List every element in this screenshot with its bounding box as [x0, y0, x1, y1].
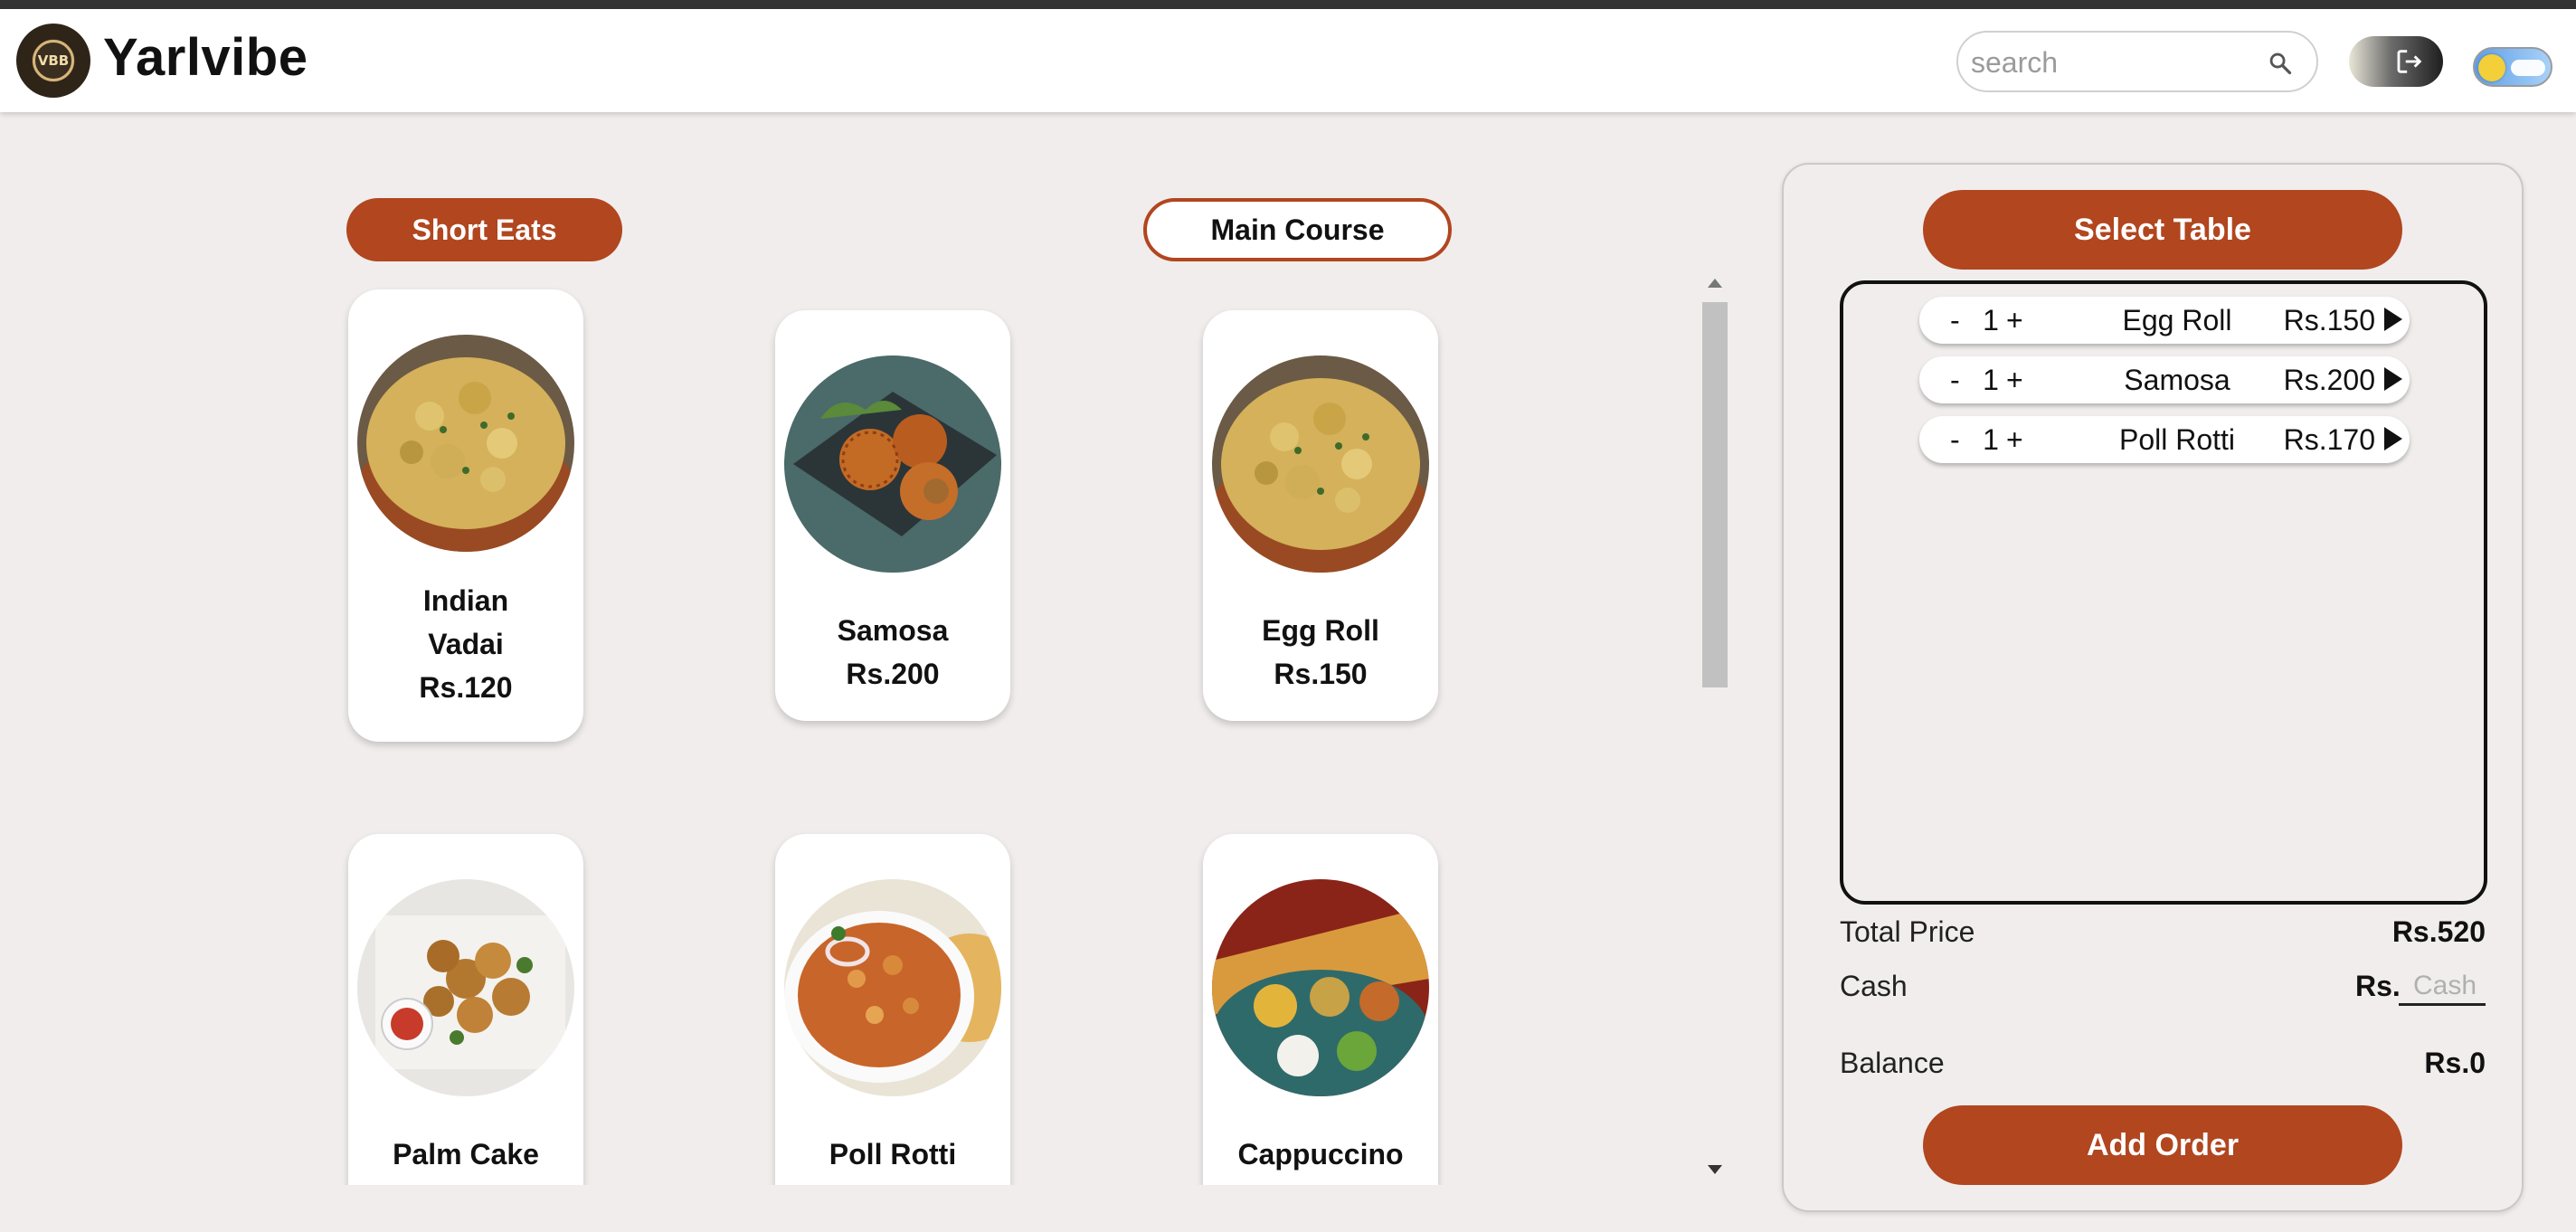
order-panel: Select Table - 1 + Egg Roll Rs.150 - 1 +…	[1782, 163, 2524, 1212]
search-input[interactable]	[1971, 43, 2242, 81]
scroll-down-arrow-icon[interactable]	[1708, 1165, 1722, 1174]
decrease-qty-button[interactable]: -	[1950, 304, 1960, 337]
order-item-price: Rs.200	[2283, 364, 2375, 396]
item-quantity: 1	[1983, 304, 1999, 336]
order-item: - 1 + Poll Rotti Rs.170	[1919, 416, 2410, 463]
scrollbar-thumb[interactable]	[1702, 302, 1728, 687]
increase-qty-button[interactable]: +	[2006, 304, 2023, 337]
search-box	[1956, 31, 2318, 92]
menu-item-price: Rs.200	[846, 658, 940, 690]
brand-logo-mark: VBB	[33, 40, 74, 81]
logout-icon	[2397, 50, 2422, 73]
window-top-strip	[0, 0, 2576, 9]
menu-item-name: Poll Rotti	[829, 1138, 957, 1170]
add-order-button[interactable]: Add Order	[1923, 1105, 2402, 1185]
play-icon[interactable]	[2384, 308, 2402, 331]
cash-currency-prefix: Rs.	[2355, 970, 2401, 1002]
decrease-qty-button[interactable]: -	[1950, 364, 1960, 397]
brand-name: Yarlvibe	[103, 28, 308, 87]
menu-item-price: Rs.150	[1274, 658, 1368, 690]
order-list: - 1 + Egg Roll Rs.150 - 1 + Samosa Rs.20…	[1840, 280, 2487, 905]
menu-item-price: Rs.120	[419, 671, 513, 704]
increase-qty-button[interactable]: +	[2006, 364, 2023, 397]
food-image	[784, 879, 1001, 1096]
menu-card-egg-roll[interactable]: Egg Roll Rs.150	[1203, 310, 1438, 721]
balance-label: Balance	[1840, 1047, 1945, 1079]
select-table-button[interactable]: Select Table	[1923, 190, 2402, 270]
app-header: VBB Yarlvibe	[0, 9, 2576, 112]
order-item: - 1 + Samosa Rs.200	[1919, 356, 2410, 403]
decrease-qty-button[interactable]: -	[1950, 423, 1960, 457]
food-image	[784, 355, 1001, 573]
logout-button[interactable]	[2349, 36, 2443, 87]
menu-card-poll-rotti[interactable]: Poll Rotti Rs.170	[775, 834, 1010, 1185]
order-item-price: Rs.150	[2283, 304, 2375, 336]
menu-item-price: Rs.170	[775, 1176, 1010, 1185]
menu-item-name: Samosa	[837, 614, 949, 647]
menu-grid: Indian Vadai Rs.120 Samosa Rs.200 Egg Ro…	[0, 271, 1700, 1185]
food-image	[1212, 355, 1429, 573]
menu-card-indian-vadai[interactable]: Indian Vadai Rs.120	[348, 289, 583, 742]
total-price-label: Total Price	[1840, 915, 1975, 948]
cash-label: Cash	[1840, 970, 1908, 1002]
sun-icon	[2478, 54, 2505, 81]
menu-item-name: Cappuccino	[1237, 1138, 1404, 1170]
menu-scrollbar[interactable]	[1700, 271, 1729, 1185]
menu-item-name: Palm Cake	[393, 1138, 539, 1170]
category-short-eats[interactable]: Short Eats	[346, 198, 622, 261]
food-image	[357, 879, 574, 1096]
cloud-icon	[2511, 60, 2545, 76]
menu-item-name-line2: Vadai	[428, 628, 504, 660]
order-item: - 1 + Egg Roll Rs.150	[1919, 297, 2410, 344]
menu-item-name: Egg Roll	[1262, 614, 1379, 647]
menu-card-palm-cake[interactable]: Palm Cake Rs.220	[348, 834, 583, 1185]
play-icon[interactable]	[2384, 367, 2402, 391]
menu-item-price: Rs.220	[348, 1176, 583, 1185]
search-icon[interactable]	[2268, 51, 2293, 76]
balance-value: Rs.0	[2424, 1047, 2486, 1079]
scroll-up-arrow-icon[interactable]	[1708, 279, 1722, 288]
cash-input[interactable]	[2399, 968, 2486, 1006]
play-icon[interactable]	[2384, 427, 2402, 450]
order-item-name: Egg Roll	[2122, 304, 2232, 336]
order-item-name: Samosa	[2124, 364, 2230, 396]
menu-card-cappuccino[interactable]: Cappuccino Rs.240	[1203, 834, 1438, 1185]
total-price-value: Rs.520	[2391, 915, 2486, 948]
item-quantity: 1	[1983, 364, 1999, 396]
order-item-name: Poll Rotti	[2118, 423, 2236, 456]
menu-card-samosa[interactable]: Samosa Rs.200	[775, 310, 1010, 721]
food-image	[1212, 879, 1429, 1096]
food-image	[357, 335, 574, 552]
increase-qty-button[interactable]: +	[2006, 423, 2023, 457]
item-quantity: 1	[1983, 423, 1999, 456]
category-main-course[interactable]: Main Course	[1143, 198, 1452, 261]
brand-logo[interactable]: VBB	[16, 24, 90, 98]
theme-toggle[interactable]	[2473, 47, 2552, 87]
menu-item-name: Indian	[422, 584, 509, 617]
order-item-price: Rs.170	[2283, 423, 2375, 456]
menu-item-price: Rs.240	[1203, 1176, 1438, 1185]
